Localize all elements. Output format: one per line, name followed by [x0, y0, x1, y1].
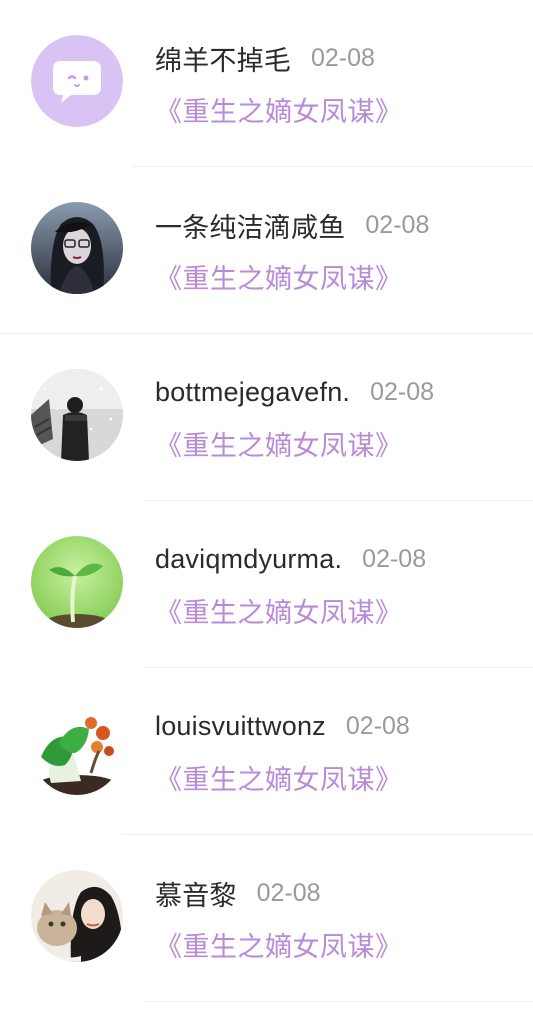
- book-title[interactable]: 《重生之嫡女凤谋》: [155, 90, 403, 129]
- name-line: 一条纯洁滴咸鱼 02-08: [155, 207, 429, 243]
- user-name[interactable]: 一条纯洁滴咸鱼: [155, 206, 345, 245]
- book-title[interactable]: 《重生之嫡女凤谋》: [155, 257, 403, 296]
- list-item[interactable]: 绵羊不掉毛 02-08 《重生之嫡女凤谋》: [0, 0, 533, 167]
- comment-date: 02-08: [256, 878, 321, 907]
- book-title[interactable]: 《重生之嫡女凤谋》: [155, 424, 403, 463]
- book-title[interactable]: 《重生之嫡女凤谋》: [155, 925, 403, 964]
- jade-cabbage-icon: [31, 703, 123, 795]
- list-item[interactable]: louisvuittwonz 02-08 《重生之嫡女凤谋》: [0, 668, 533, 835]
- user-name[interactable]: louisvuittwonz: [155, 711, 326, 742]
- avatar[interactable]: [31, 536, 123, 628]
- snow-walker-icon: [31, 369, 123, 461]
- girl-with-cat-icon: [31, 870, 123, 962]
- book-title[interactable]: 《重生之嫡女凤谋》: [155, 591, 403, 630]
- user-name[interactable]: daviqmdyurma.: [155, 544, 342, 575]
- avatar[interactable]: [31, 369, 123, 461]
- avatar[interactable]: [31, 202, 123, 294]
- dark-hair-girl-icon: [31, 202, 123, 294]
- name-line: 绵羊不掉毛 02-08: [155, 40, 375, 76]
- default-chat-avatar-icon: [31, 35, 123, 127]
- user-name[interactable]: 慕音黎: [155, 874, 237, 913]
- avatar[interactable]: [31, 870, 123, 962]
- comment-date: 02-08: [362, 544, 427, 573]
- avatar[interactable]: [31, 35, 123, 127]
- avatar[interactable]: [31, 703, 123, 795]
- divider: [143, 1001, 533, 1002]
- list-item[interactable]: 一条纯洁滴咸鱼 02-08 《重生之嫡女凤谋》: [0, 167, 533, 334]
- name-line: bottmejegavefn. 02-08: [155, 374, 434, 410]
- name-line: louisvuittwonz 02-08: [155, 708, 410, 744]
- comment-list: 绵羊不掉毛 02-08 《重生之嫡女凤谋》 一条纯洁滴咸鱼 02-08 《重生之…: [0, 0, 533, 1019]
- comment-date: 02-08: [370, 377, 435, 406]
- book-title[interactable]: 《重生之嫡女凤谋》: [155, 758, 403, 797]
- comment-date: 02-08: [345, 711, 410, 740]
- list-item[interactable]: daviqmdyurma. 02-08 《重生之嫡女凤谋》: [0, 501, 533, 668]
- name-line: 慕音黎 02-08: [155, 875, 321, 911]
- name-line: daviqmdyurma. 02-08: [155, 541, 426, 577]
- sprout-icon: [31, 536, 123, 628]
- comment-date: 02-08: [365, 210, 430, 239]
- comment-date: 02-08: [311, 43, 375, 72]
- user-name[interactable]: bottmejegavefn.: [155, 377, 350, 408]
- user-name[interactable]: 绵羊不掉毛: [155, 39, 291, 78]
- list-item[interactable]: bottmejegavefn. 02-08 《重生之嫡女凤谋》: [0, 334, 533, 501]
- list-item[interactable]: 慕音黎 02-08 《重生之嫡女凤谋》: [0, 835, 533, 1002]
